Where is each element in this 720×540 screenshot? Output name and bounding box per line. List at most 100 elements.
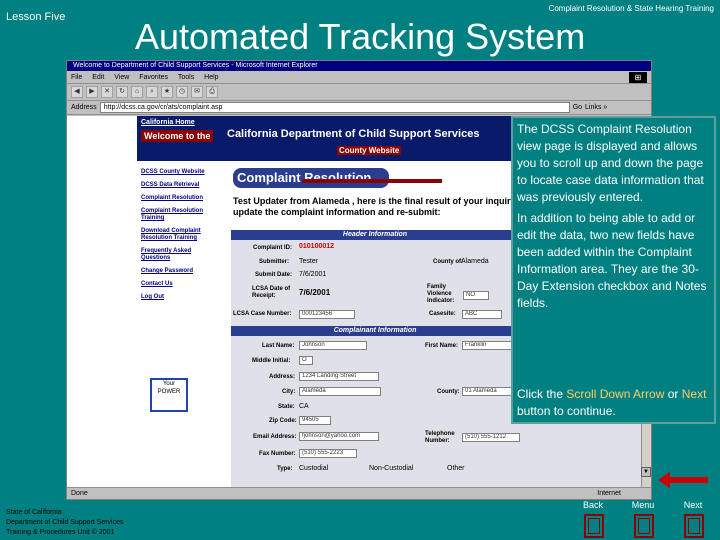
power-poster-image: Your POWER — [150, 378, 188, 412]
instruction-callout: The DCSS Complaint Resolution view page … — [511, 116, 716, 424]
next-highlight: Next — [681, 387, 707, 401]
course-title: Complaint Resolution & State Hearing Tra… — [548, 4, 714, 13]
intro-text: Test Updater from Alameda , here is the … — [233, 196, 518, 217]
callout-paragraph-1: The DCSS Complaint Resolution view page … — [517, 122, 704, 204]
last-name-input[interactable]: Johnson — [299, 341, 367, 350]
fax-label: Fax Number: — [259, 451, 296, 457]
menu-file[interactable]: File — [71, 74, 82, 81]
address-input[interactable]: 1234 Landing Street — [299, 372, 379, 381]
stop-icon[interactable]: ✕ — [101, 86, 113, 98]
next-button[interactable] — [684, 514, 704, 538]
browser-menu-bar: File Edit View Favorites Tools Help ⊞ — [67, 71, 651, 84]
forward-arrow-icon[interactable]: ▶ — [86, 86, 98, 98]
lcsa-case-input[interactable]: 000123456 — [299, 310, 355, 319]
nav-complaint-resolution[interactable]: Complaint Resolution — [141, 195, 219, 202]
browser-toolbar: ◀ ▶ ✕ ↻ ⌂ ⌕ ★ ◷ ✉ ⎙ — [67, 84, 651, 101]
nav-dcss-data-retrieval[interactable]: DCSS Data Retrieval — [141, 182, 219, 189]
status-text: Done — [71, 490, 88, 497]
back-arrow-icon[interactable]: ◀ — [71, 86, 83, 98]
state-label: State: — [278, 404, 295, 410]
fax-input[interactable]: (510) 555-2223 — [299, 449, 357, 458]
menu-help[interactable]: Help — [204, 74, 218, 81]
complaint-id-value: 010100012 — [299, 243, 335, 250]
lcsa-case-label: LCSA Case Number: — [233, 311, 292, 317]
browser-status-bar: Done Internet — [67, 487, 651, 499]
type-custodial-radio[interactable]: Custodial — [299, 465, 328, 472]
red-pointer-arrow-icon — [658, 472, 708, 488]
california-home-link[interactable]: California Home — [141, 119, 195, 126]
menu-button[interactable] — [634, 514, 654, 538]
menu-favorites[interactable]: Favorites — [139, 74, 168, 81]
back-button[interactable] — [584, 514, 604, 538]
windows-logo-icon: ⊞ — [629, 72, 647, 83]
email-input[interactable]: fjohnson@yahoo.com — [299, 432, 379, 441]
city-select[interactable]: Alameda — [299, 387, 381, 396]
menu-edit[interactable]: Edit — [92, 74, 104, 81]
nav-log-out[interactable]: Log Out — [141, 294, 219, 301]
menu-tools[interactable]: Tools — [178, 74, 194, 81]
county-of-label: County of: — [433, 259, 463, 265]
banner-accent-bar — [302, 179, 442, 183]
lcsa-date-value: 7/6/2001 — [299, 288, 331, 297]
lesson-label: Lesson Five — [6, 11, 66, 23]
last-name-label: Last Name: — [262, 343, 295, 349]
callout-paragraph-2: In addition to being able to add or edit… — [517, 211, 707, 310]
county-website-label: County Website — [337, 146, 402, 155]
welcome-banner: Welcome to the — [141, 130, 214, 142]
nav-download-training[interactable]: Download Complaint Resolution Training — [141, 228, 219, 242]
zip-label: Zip Code: — [269, 418, 297, 424]
mail-icon[interactable]: ✉ — [191, 86, 203, 98]
browser-title-bar: Welcome to Department of Child Support S… — [67, 61, 651, 71]
site-header: California Home Welcome to the Californi… — [137, 116, 517, 161]
type-label: Type: — [277, 466, 293, 472]
nav-contact-us[interactable]: Contact Us — [141, 281, 219, 288]
back-label: Back — [582, 500, 603, 510]
scroll-down-arrow-icon[interactable]: ▼ — [641, 467, 651, 477]
family-violence-label: Family Violence Indicator: — [427, 284, 455, 304]
nav-dcss-county-website[interactable]: DCSS County Website — [141, 169, 219, 176]
address-input[interactable]: http://dcss.ca.gov/cr/ats/complaint.asp — [99, 102, 570, 113]
submitter-value: Tester — [299, 258, 319, 265]
type-other-radio[interactable]: Other — [447, 465, 465, 472]
slide-title: Automated Tracking System — [135, 16, 586, 57]
casesite-input[interactable]: ABC — [462, 310, 502, 319]
menu-view[interactable]: View — [114, 74, 129, 81]
next-label: Next — [683, 500, 703, 510]
address-bar: Address http://dcss.ca.gov/cr/ats/compla… — [67, 101, 651, 115]
telephone-input[interactable]: (510) 555-1212 — [462, 433, 520, 442]
middle-initial-input[interactable]: O — [299, 356, 313, 365]
city-label: City: — [282, 389, 296, 395]
go-button[interactable]: Go — [573, 104, 582, 111]
menu-label: Menu — [631, 500, 655, 510]
zone-text: Internet — [597, 490, 621, 497]
zip-input[interactable]: 94505 — [299, 416, 331, 425]
submit-date-value: 7/6/2001 — [299, 271, 327, 278]
links-button[interactable]: Links » — [585, 104, 607, 111]
nav-faq[interactable]: Frequently Asked Questions — [141, 248, 219, 262]
header-information-bar: Header Information — [231, 230, 519, 240]
nav-complaint-resolution-training[interactable]: Complaint Resolution Training — [141, 208, 219, 222]
county-label: County: — [437, 389, 460, 395]
print-icon[interactable]: ⎙ — [206, 86, 218, 98]
first-name-label: First Name: — [425, 343, 459, 349]
address-label: Address: — [269, 374, 296, 380]
email-label: Email Address: — [253, 434, 297, 440]
county-of-value: Alameda — [461, 258, 489, 265]
site-nav: DCSS County Website DCSS Data Retrieval … — [141, 169, 219, 307]
history-icon[interactable]: ◷ — [176, 86, 188, 98]
type-noncustodial-radio[interactable]: Non-Custodial — [369, 465, 413, 472]
complaint-resolution-banner: Complaint Resolution — [233, 168, 389, 188]
middle-initial-label: Middle Initial: — [252, 358, 291, 364]
callout-instruction: Click the Scroll Down Arrow or Next butt… — [517, 387, 707, 418]
favorites-icon[interactable]: ★ — [161, 86, 173, 98]
telephone-label: Telephone Number: — [425, 431, 455, 444]
submit-date-label: Submit Date: — [255, 272, 293, 278]
nav-change-password[interactable]: Change Password — [141, 268, 219, 275]
home-icon[interactable]: ⌂ — [131, 86, 143, 98]
lcsa-date-label: LCSA Date of Receipt: — [252, 286, 291, 299]
family-violence-select[interactable]: NO — [463, 291, 489, 300]
refresh-icon[interactable]: ↻ — [116, 86, 128, 98]
submitter-label: Submitter: — [259, 259, 289, 265]
state-value: CA — [299, 403, 309, 410]
search-icon[interactable]: ⌕ — [146, 86, 158, 98]
